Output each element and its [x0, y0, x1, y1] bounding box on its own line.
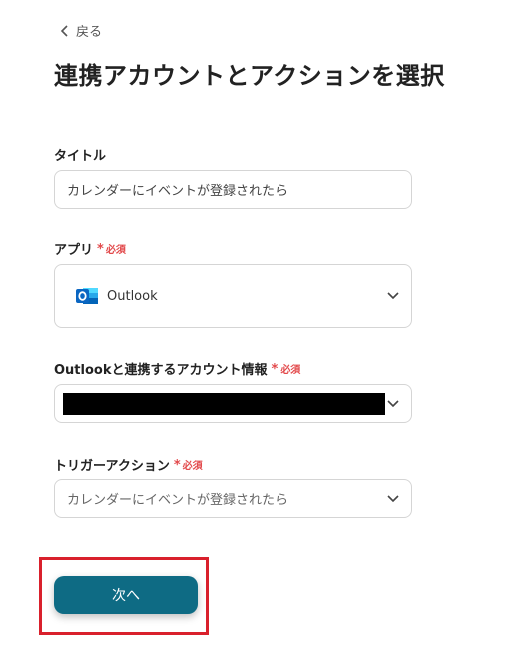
app-field-label: アプリ * 必須: [54, 239, 126, 259]
title-field-label: タイトル: [54, 145, 106, 164]
redacted-account: [63, 393, 385, 415]
trigger-select[interactable]: カレンダーにイベントが登録されたら: [54, 479, 412, 518]
title-field[interactable]: [54, 170, 412, 209]
required-badge: * 必須: [97, 241, 126, 257]
title-label-text: タイトル: [54, 149, 107, 164]
account-label-text: Outlookと連携するアカウント情報: [54, 363, 268, 378]
page-title: 連携アカウントとアクションを選択: [54, 62, 445, 90]
back-link[interactable]: 戻る: [60, 21, 102, 40]
chevron-down-icon: [387, 292, 399, 300]
next-button[interactable]: 次へ: [54, 576, 198, 614]
outlook-icon: [76, 288, 98, 304]
back-label: 戻る: [76, 25, 103, 40]
required-badge: * 必須: [271, 361, 301, 377]
selected-app-name: Outlook: [107, 288, 158, 304]
trigger-label-text: トリガーアクション: [54, 459, 170, 474]
trigger-field-label: トリガーアクション * 必須: [54, 455, 203, 475]
chevron-left-icon: [60, 24, 68, 37]
chevron-down-icon: [387, 399, 399, 407]
account-select[interactable]: [54, 384, 412, 423]
account-field-label: Outlookと連携するアカウント情報 * 必須: [54, 359, 301, 379]
app-select[interactable]: Outlook: [54, 264, 412, 328]
required-badge: * 必須: [173, 457, 203, 473]
trigger-selected-value: カレンダーにイベントが登録されたら: [67, 493, 289, 508]
app-label-text: アプリ: [54, 243, 94, 258]
title-input[interactable]: [55, 182, 411, 197]
chevron-down-icon: [387, 494, 399, 502]
